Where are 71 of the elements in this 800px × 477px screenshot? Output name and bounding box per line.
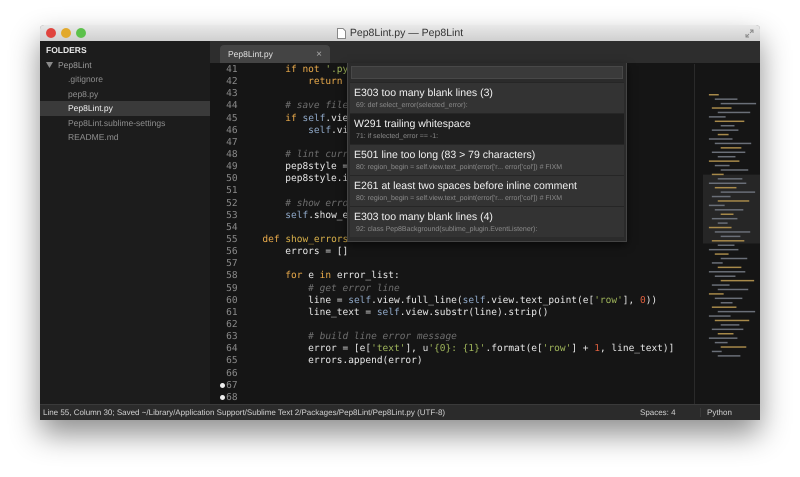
folder-item[interactable]: Pep8Lint <box>58 60 92 70</box>
line-number: 66 <box>226 368 238 380</box>
file-item[interactable]: pep8.py <box>40 86 210 101</box>
line-number: 55 <box>226 234 238 246</box>
error-title: E303 too many blank lines (3) <box>354 86 494 100</box>
line-number: 51 <box>226 185 238 198</box>
code-line: if not '.py <box>284 64 348 76</box>
code-line: for e in error_list: <box>284 270 400 282</box>
line-number: 60 <box>226 294 238 307</box>
indentation-setting[interactable]: Spaces: 4 <box>640 408 700 417</box>
line-number: 56 <box>226 246 238 258</box>
code-line: # build line error message <box>307 331 457 342</box>
line-number: 59 <box>226 282 238 295</box>
line-number: 48 <box>226 149 238 162</box>
line-number: 47 <box>226 136 238 150</box>
line-number: 44 <box>226 100 238 113</box>
file-item[interactable]: README.md <box>40 130 210 144</box>
code-line: line_text = self.view.substr(line).strip() <box>307 306 548 318</box>
line-number: 63 <box>226 331 238 344</box>
document-icon <box>336 28 346 38</box>
file-tab[interactable]: Pep8Lint.py × <box>220 45 330 64</box>
line-number: 54 <box>226 222 238 234</box>
code-line: error = [e['text'], u'{0}: {1}'.format(e['row'] + 1, line_text)] <box>307 343 674 354</box>
line-number: 67 <box>226 380 238 392</box>
line-number: 42 <box>226 76 238 88</box>
line-number: 65 <box>226 355 238 368</box>
error-title: W291 trailing whitespace <box>354 117 472 132</box>
status-message: Line 55, Column 30; Saved ~/Library/Application Support/Sublime Text 2/Packages/Pep8Lint/Pep8Lint.py (UTF-8) <box>43 408 446 417</box>
code-line: errors = [] <box>284 246 348 258</box>
line-number: 64 <box>226 343 238 356</box>
line-number: 50 <box>226 173 238 186</box>
code-line: def show_errors <box>261 234 348 246</box>
tab-label: Pep8Lint.py <box>228 49 273 60</box>
disclosure-triangle-icon[interactable] <box>46 62 53 68</box>
line-number: 43 <box>226 88 238 100</box>
code-line: self.show_e <box>284 210 348 221</box>
window-title: Pep8Lint.py — Pep8Lint <box>350 27 464 39</box>
fullscreen-icon[interactable] <box>745 28 754 38</box>
filter-field[interactable] <box>351 66 623 80</box>
close-button[interactable] <box>46 28 56 38</box>
line-number: 49 <box>226 161 238 174</box>
code-line: errors.append(error) <box>307 355 423 366</box>
minimize-button[interactable] <box>61 28 71 38</box>
file-item[interactable]: Pep8Lint.sublime-settings <box>40 116 210 130</box>
error-title: E501 line too long (83 > 79 characters) <box>354 148 536 162</box>
code-line: # get error line <box>307 282 400 294</box>
line-number: 46 <box>226 124 238 137</box>
line-number: 68 <box>226 392 238 404</box>
code-line: return <box>307 76 342 88</box>
line-number: 53 <box>226 210 238 222</box>
error-title: E303 too many blank lines (4) <box>354 210 494 224</box>
syntax-setting[interactable]: Python <box>700 408 757 417</box>
close-tab-button[interactable]: × <box>316 48 322 60</box>
line-number: 58 <box>226 270 238 283</box>
code-line: # lint curr <box>284 149 348 160</box>
line-number: 57 <box>226 258 238 270</box>
zoom-button[interactable] <box>76 28 86 38</box>
line-number: 61 <box>226 306 238 320</box>
line-number: 52 <box>226 198 238 210</box>
file-item[interactable]: .gitignore <box>40 72 210 86</box>
sidebar-header: FOLDERS <box>45 44 88 57</box>
code-line: pep8style.i <box>284 173 348 184</box>
code-line: line = self.view.full_line(self.view.text_point(e['row'], 0)) <box>307 294 658 306</box>
file-item[interactable]: Pep8Lint.py <box>40 101 210 116</box>
line-number: 62 <box>226 319 238 332</box>
code-line: # show erro <box>284 198 348 209</box>
code-line: self.vi <box>307 124 348 136</box>
line-number: 41 <box>226 64 238 76</box>
line-number: 45 <box>226 112 238 125</box>
error-title: E261 at least two spaces before inline comment <box>354 179 578 194</box>
code-line: # save file <box>284 100 348 112</box>
